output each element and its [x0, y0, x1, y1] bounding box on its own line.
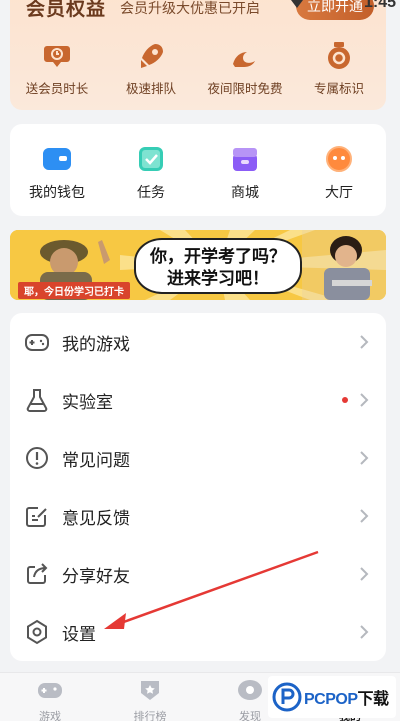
badge-icon — [323, 40, 355, 72]
chevron-right-icon — [360, 335, 369, 349]
menu-item-faq[interactable]: 常见问题 — [10, 429, 386, 487]
watermark-text: PCPOP下载 — [304, 685, 389, 709]
menu-item-share[interactable]: 分享好友 — [10, 545, 386, 603]
chevron-right-icon — [360, 509, 369, 523]
feedback-icon — [24, 503, 50, 529]
vip-card[interactable]: 会员权益 会员升级大优惠已开启 立即开通 送会员时长 极速排队 夜间限时免费 专… — [10, 0, 386, 110]
game-icon — [38, 683, 62, 698]
moon-icon — [229, 40, 261, 72]
quick-label: 商城 — [231, 184, 259, 200]
vip-benefit-label: 夜间限时免费 — [207, 82, 283, 96]
rocket-icon — [135, 40, 167, 72]
banner-tag: 耶，今日份学习已打卡 — [18, 282, 130, 299]
wallet-icon — [42, 144, 72, 174]
quick-label: 我的钱包 — [29, 184, 85, 200]
menu-item-settings[interactable]: 设置 — [10, 603, 386, 661]
quick-shop[interactable]: 商城 — [198, 144, 292, 216]
nav-label: 排行榜 — [133, 711, 167, 721]
menu-list: 我的游戏 实验室 常见问题 意见反馈 分享好友 设置 — [10, 313, 386, 661]
chevron-right-icon — [360, 393, 369, 407]
vip-benefits: 送会员时长 极速排队 夜间限时免费 专属标识 — [10, 40, 386, 97]
clock-icon — [41, 40, 73, 72]
menu-label: 我的游戏 — [62, 334, 130, 354]
hall-icon — [324, 144, 354, 174]
vip-benefit-duration[interactable]: 送会员时长 — [10, 40, 104, 97]
task-icon — [136, 144, 166, 174]
menu-item-feedback[interactable]: 意见反馈 — [10, 487, 386, 545]
discover-icon — [238, 680, 262, 700]
quick-label: 大厅 — [325, 184, 353, 200]
red-dot-badge — [342, 397, 348, 403]
wifi-icon — [291, 0, 303, 8]
banner-line1: 你，开学考了吗？ — [150, 247, 286, 266]
banner-character-right — [302, 230, 386, 300]
nav-tab-games[interactable]: 游戏 — [0, 673, 100, 721]
vip-title: 会员权益 — [26, 0, 107, 20]
status-time: 1:45 — [363, 0, 396, 11]
quick-task[interactable]: 任务 — [104, 144, 198, 216]
menu-label: 分享好友 — [62, 566, 130, 586]
share-icon — [24, 561, 50, 587]
settings-icon — [24, 619, 50, 645]
vip-open-button[interactable]: 立即开通 — [296, 0, 374, 20]
watermark-suffix: 下载 — [357, 691, 390, 708]
watermark-brand: PCPOP — [304, 691, 358, 708]
nav-tab-rank[interactable]: 排行榜 — [100, 673, 200, 721]
chevron-right-icon — [360, 451, 369, 465]
chevron-right-icon — [360, 567, 369, 581]
vip-benefit-label: 极速排队 — [125, 82, 176, 96]
pcpop-logo-icon — [272, 682, 302, 712]
chevron-right-icon — [360, 625, 369, 639]
nav-label: 游戏 — [39, 711, 61, 721]
vip-header: 会员权益 会员升级大优惠已开启 立即开通 — [10, 0, 386, 22]
flask-icon — [24, 387, 50, 413]
quick-hall[interactable]: 大厅 — [292, 144, 386, 216]
vip-benefit-label: 专属标识 — [313, 82, 364, 96]
menu-label: 实验室 — [62, 392, 113, 412]
menu-label: 意见反馈 — [62, 508, 130, 528]
quick-entry-card: 我的钱包 任务 商城 大厅 — [10, 124, 386, 216]
menu-label: 设置 — [62, 624, 96, 644]
quick-label: 任务 — [137, 184, 165, 200]
vip-subtitle: 会员升级大优惠已开启 — [120, 0, 260, 16]
menu-item-my-games[interactable]: 我的游戏 — [10, 313, 386, 371]
vip-benefit-label: 送会员时长 — [25, 82, 89, 96]
quick-wallet[interactable]: 我的钱包 — [10, 144, 104, 216]
vip-benefit-queue[interactable]: 极速排队 — [104, 40, 198, 97]
banner-speech-bubble: 你，开学考了吗？ 进来学习吧！ — [134, 238, 302, 294]
rank-icon — [141, 681, 159, 700]
watermark-logo: PCPOP下载 — [268, 676, 396, 718]
gamepad-icon — [24, 329, 50, 355]
vip-benefit-night[interactable]: 夜间限时免费 — [198, 40, 292, 97]
vip-benefit-badge[interactable]: 专属标识 — [292, 40, 386, 97]
banner-line2: 进来学习吧！ — [167, 269, 269, 288]
menu-label: 常见问题 — [62, 450, 130, 470]
promo-banner[interactable]: 你，开学考了吗？ 进来学习吧！ 耶，今日份学习已打卡 — [10, 230, 386, 300]
alert-circle-icon — [24, 445, 50, 471]
menu-item-lab[interactable]: 实验室 — [10, 371, 386, 429]
shop-icon — [230, 144, 260, 174]
